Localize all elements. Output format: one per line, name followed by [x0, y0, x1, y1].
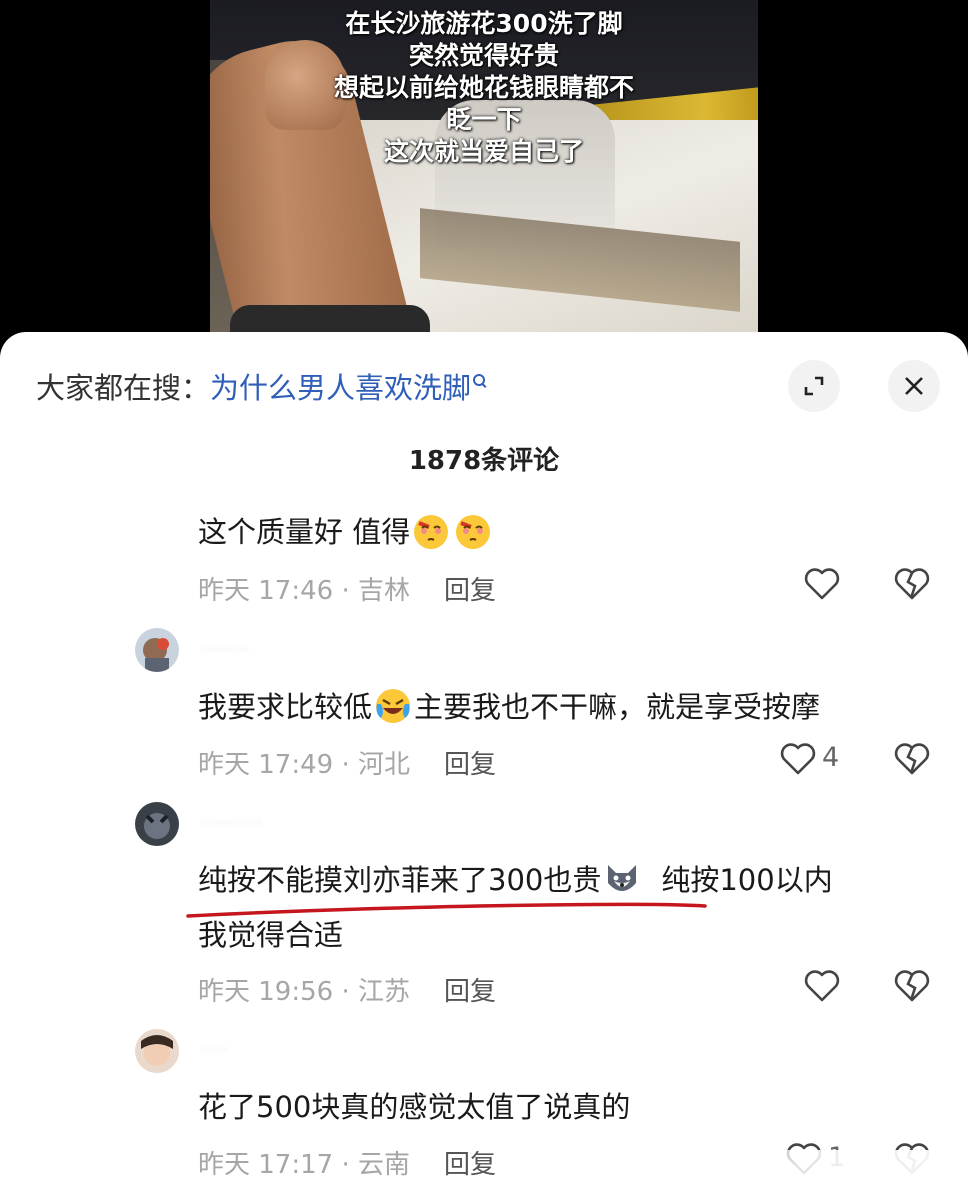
- comment-text: 我要求比较低 主要我也不干嘛，就是享受按摩: [198, 682, 820, 732]
- heart-outline-icon[interactable]: [778, 739, 818, 779]
- search-suggestion[interactable]: 大家都在搜：为什么男人喜欢洗脚: [36, 368, 486, 408]
- heart-outline-icon[interactable]: [802, 966, 842, 1006]
- expand-button[interactable]: [788, 360, 840, 412]
- heart-outline-icon[interactable]: [802, 564, 842, 604]
- caption-line: 突然觉得好贵: [408, 41, 559, 70]
- avatar[interactable]: [135, 802, 179, 846]
- comment-username: ·········: [200, 812, 263, 837]
- flushed-kiss-emoji-icon: [456, 515, 491, 549]
- caption-line: 想起以前给她花钱眼睛都不: [333, 73, 634, 102]
- comment-time-location: 昨天 19:56 · 江苏: [198, 977, 410, 1007]
- caption-line: 在长沙旅游花300洗了脚: [345, 9, 623, 38]
- comment-text-line2: 我觉得合适: [198, 918, 344, 952]
- avatar[interactable]: [135, 1029, 179, 1073]
- comment-time-location: 昨天 17:46 · 吉林: [198, 576, 410, 606]
- comment-sheet: 大家都在搜：为什么男人喜欢洗脚 1878条评论 这个质量好 值得 昨天 17:4…: [0, 332, 968, 1197]
- expand-icon: [804, 376, 824, 396]
- reply-button[interactable]: 回复: [444, 750, 496, 780]
- video-caption: 在长沙旅游花300洗了脚 突然觉得好贵 想起以前给她花钱眼睛都不 眨一下 这次就…: [210, 8, 758, 168]
- comment-username: ····: [200, 1039, 228, 1064]
- close-button[interactable]: [888, 360, 940, 412]
- broken-heart-icon[interactable]: [892, 739, 932, 779]
- comment-time-location: 昨天 17:49 · 河北: [198, 750, 410, 780]
- close-icon: [905, 377, 923, 395]
- caption-line: 眨一下: [446, 105, 522, 134]
- caption-line: 这次就当爱自己了: [383, 137, 584, 166]
- comment-meta: 昨天 17:46 · 吉林 回复: [198, 570, 496, 607]
- search-suggestion-label: 大家都在搜：: [36, 371, 211, 405]
- comment-meta: 昨天 19:56 · 江苏 回复: [198, 971, 496, 1008]
- comment-text: 这个质量好 值得: [198, 507, 494, 557]
- broken-heart-icon[interactable]: [892, 564, 932, 604]
- reply-button[interactable]: 回复: [444, 977, 496, 1007]
- comment-meta: 昨天 17:49 · 河北 回复: [198, 744, 496, 781]
- comments-count: 1878条评论: [408, 446, 560, 476]
- comment-time-location: 昨天 17:17 · 云南: [198, 1150, 410, 1180]
- comment-meta: 昨天 17:17 · 云南 回复: [198, 1144, 496, 1181]
- reply-button[interactable]: 回复: [444, 576, 496, 606]
- husky-dog-emoji-icon: [608, 865, 637, 891]
- reply-button[interactable]: 回复: [444, 1150, 496, 1180]
- search-suggestion-query[interactable]: 为什么男人喜欢洗脚: [210, 371, 471, 405]
- search-icon: [473, 374, 486, 386]
- watermark-overlay: [724, 1150, 964, 1192]
- like-count: 4: [822, 742, 840, 773]
- flushed-kiss-emoji-icon: [414, 515, 449, 549]
- screenshot-root: 在长沙旅游花300洗了脚 突然觉得好贵 想起以前给她花钱眼睛都不 眨一下 这次就…: [0, 0, 968, 1197]
- comment-text: 花了500块真的感觉太值了说真的: [198, 1090, 631, 1124]
- avatar[interactable]: [135, 628, 179, 672]
- comment-username: ·······: [200, 638, 249, 663]
- broken-heart-icon[interactable]: [892, 966, 932, 1006]
- crying-laughing-emoji-icon: [376, 689, 411, 723]
